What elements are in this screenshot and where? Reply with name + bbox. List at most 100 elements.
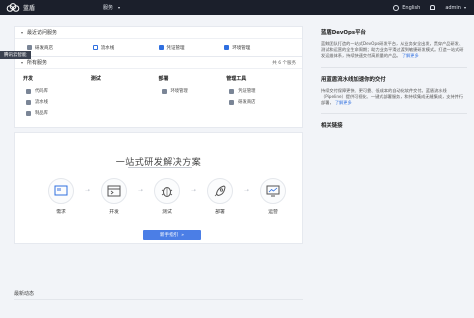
divider [14,299,303,300]
recent-item-environment[interactable]: 环境管理 [224,45,290,51]
step-develop: 开发 [101,178,127,215]
column-header: 测试 [90,76,101,82]
all-services-card: ▾ 所有服务 共 6 个服务 开发 代码库 流水线 制品库 测试 部署 环境管理… [14,56,303,128]
services-menu[interactable]: 服务 ▾ [103,4,120,11]
recent-item-pipeline[interactable]: 流水线 [92,45,159,51]
divider [321,113,467,115]
guide-button-label: 新手指引 [159,233,179,238]
logo-text: 蓝盾 [23,5,36,12]
recent-item-label: 研发商店 [35,45,53,51]
recent-activity-title: 最新动态 [14,291,35,297]
recent-item-store[interactable]: 研发商店 [27,45,93,51]
artifact-icon [26,110,31,116]
pipeline-title: 用蓝盾流水线加速你的交付 [321,76,386,83]
service-item-label: 制品库 [35,111,48,116]
globe-icon [393,4,400,11]
beginner-guide-button[interactable]: 新手指引 » [143,230,201,240]
step-operate: 运营 [260,178,286,215]
environment-icon [161,88,167,94]
service-item-label: 流水线 [35,100,48,105]
service-item-label: 研发商店 [238,100,256,105]
all-services-header[interactable]: ▾ 所有服务 共 6 个服务 [15,57,302,69]
service-column-dev: 开发 代码库 流水线 制品库 [23,75,91,121]
chevron-down-icon: ▾ [118,5,121,10]
monitor-icon [266,185,280,197]
step-requirements: 需求 [48,178,74,215]
pipeline-icon [26,99,31,105]
user-menu[interactable]: admin ▾ [445,5,466,11]
recent-item-label: 凭证管理 [166,45,185,51]
service-column-tools: 管理工具 凭证管理 研发商店 [226,75,294,121]
pipeline-learn-more-link[interactable]: 了解更多 [335,100,352,105]
step-label: 部署 [215,210,225,215]
service-item-label: 凭证管理 [238,89,256,94]
credential-icon [158,45,164,50]
recent-item-credential[interactable]: 凭证管理 [158,45,225,51]
service-item-environment[interactable]: 环境管理 [159,88,227,94]
arrow-right-icon: ➝ [190,187,197,194]
column-header: 部署 [158,76,169,82]
recent-item-label: 环境管理 [232,45,251,51]
top-bar: 蓝盾 服务 ▾ English admin ▾ [0,0,474,15]
solution-hero: 一站式研发解决方案 需求 ➝ 开发 ➝ 测试 ➝ 部署 ➝ 运营 新手指引 » [14,132,303,244]
service-item-credential[interactable]: 凭证管理 [226,88,294,94]
double-chevron-right-icon: » [181,232,185,238]
step-label: 需求 [56,210,66,215]
divider [321,66,467,68]
step-deploy: 部署 [207,178,233,215]
language-switch[interactable]: English [393,4,421,11]
bug-icon [161,187,173,197]
language-label: English [402,4,421,11]
floating-badge[interactable]: 腾讯云智能 [0,51,31,59]
arrow-right-icon: ➝ [137,187,144,194]
recent-services-header[interactable]: ▾ 最近访问服务 [15,27,302,39]
devops-description: 蓝鲸团队打造的一站式DevOps研发平台，从业务安全出发，贯穿产品研发、测试和运… [321,41,467,60]
related-links-title: 相关链接 [321,123,343,130]
devops-learn-more-link[interactable]: 了解更多 [402,53,419,58]
user-name: admin [445,4,461,11]
column-header: 开发 [23,76,34,82]
recent-services-card: ▾ 最近访问服务 研发商店 流水线 凭证管理 环境管理 [14,26,303,57]
service-item-pipeline[interactable]: 流水线 [23,99,91,105]
hero-divider [128,167,192,168]
chevron-down-icon: ▾ [463,5,466,10]
services-menu-label: 服务 [103,5,114,11]
code-icon [26,88,31,94]
all-services-title: 所有服务 [27,60,48,66]
develop-icon [107,185,121,197]
step-test: 测试 [154,178,180,215]
recent-item-label: 流水线 [100,45,115,51]
service-item-label: 代码库 [35,89,48,94]
step-label: 测试 [162,210,172,215]
service-column-test: 测试 [91,75,159,121]
rocket-icon [214,185,226,197]
notification-bell-icon[interactable] [430,5,436,10]
step-label: 开发 [109,210,119,215]
recent-services-title: 最近访问服务 [27,30,58,36]
cloud-logo-icon [6,3,20,12]
service-column-deploy: 部署 环境管理 [159,75,227,121]
devops-text: 蓝鲸团队打造的一站式DevOps研发平台，从业务安全出发，贯穿产品研发、测试和运… [321,41,464,59]
step-label: 运营 [268,210,278,215]
store-icon [229,99,235,105]
chevron-down-icon: ▾ [21,60,24,65]
pipeline-description: 持续交付保障更快、更可靠、低成本的自动化软件交付。蓝盾流水线（Pipeline）… [321,88,467,107]
service-item-label: 环境管理 [170,89,188,94]
service-item-code[interactable]: 代码库 [23,88,91,94]
logo[interactable]: 蓝盾 [6,3,103,12]
arrow-right-icon: ➝ [84,187,91,194]
service-item-store[interactable]: 研发商店 [226,99,294,105]
store-icon [27,45,32,50]
credential-icon [229,88,235,94]
environment-icon [224,45,230,50]
column-header: 管理工具 [226,76,247,82]
requirements-icon [54,185,68,196]
service-item-artifact[interactable]: 制品库 [23,110,91,116]
chevron-down-icon: ▾ [21,30,24,35]
devops-title: 蓝盾DevOps平台 [321,30,366,36]
arrow-right-icon: ➝ [243,187,250,194]
pipeline-icon [92,45,98,50]
main-content: ▾ 最近访问服务 研发商店 流水线 凭证管理 环境管理 ▾ 所有服务 共 6 个… [14,26,303,244]
right-panel: 蓝盾DevOps平台 蓝鲸团队打造的一站式DevOps研发平台，从业务安全出发，… [321,22,467,318]
services-count: 共 6 个服务 [272,60,296,66]
